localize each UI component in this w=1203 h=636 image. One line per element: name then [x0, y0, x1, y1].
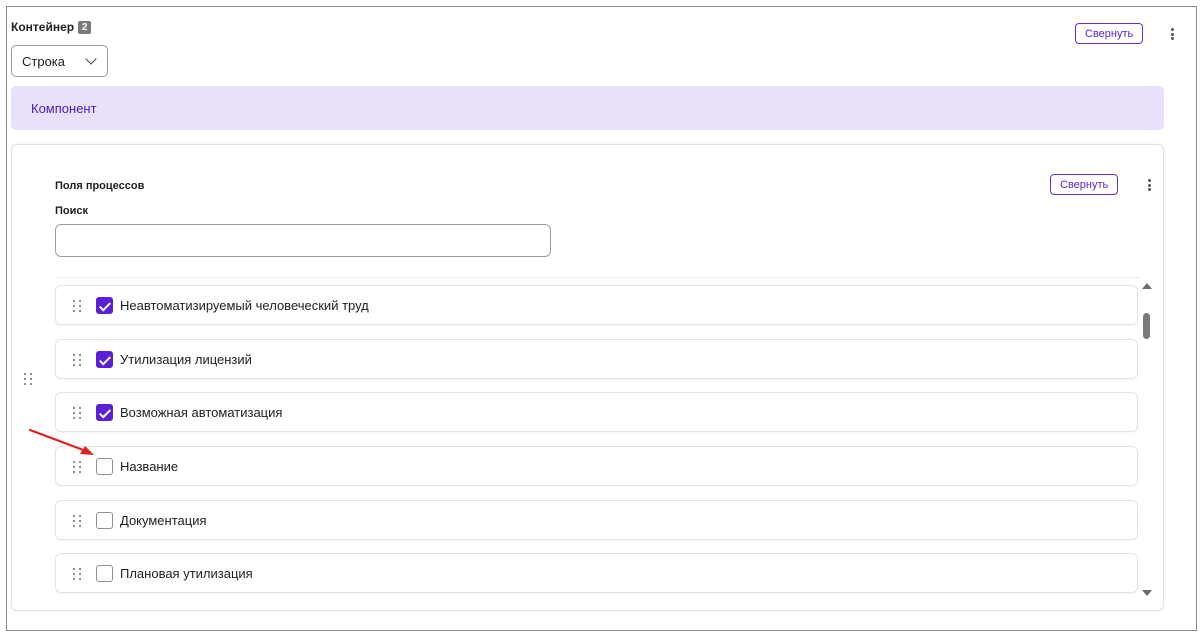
list-item-label: Плановая утилизация	[120, 566, 253, 581]
search-input[interactable]	[55, 224, 551, 257]
list-item[interactable]: Название	[55, 446, 1138, 486]
container-title: Контейнер 2	[11, 20, 92, 34]
list-item-label: Название	[120, 459, 179, 474]
component-title: Компонент	[31, 100, 97, 116]
container-collapse-button[interactable]: Свернуть	[1075, 23, 1144, 44]
drag-handle-icon[interactable]	[24, 373, 32, 387]
drag-handle-icon[interactable]	[73, 461, 82, 474]
list-item-label: Неавтоматизируемый человеческий труд	[120, 298, 369, 313]
process-fields-title: Поля процессов	[55, 180, 145, 192]
layout-select[interactable]: Строка	[11, 45, 108, 77]
drag-handle-icon[interactable]	[73, 515, 82, 528]
container-count-badge: 2	[78, 20, 92, 34]
checkbox-icon[interactable]	[96, 458, 113, 475]
layout-select-value: Строка	[22, 53, 66, 69]
list-item-label: Утилизация лицензий	[120, 352, 252, 367]
scroll-down-arrow-icon[interactable]	[1142, 590, 1152, 596]
list-item[interactable]: Утилизация лицензий	[55, 339, 1138, 379]
checkbox-icon[interactable]	[96, 297, 113, 314]
list-item-label: Документация	[120, 513, 207, 528]
checkbox-icon[interactable]	[96, 565, 113, 582]
process-fields-collapse-button[interactable]: Свернуть	[1050, 174, 1119, 195]
red-arrow-icon	[28, 428, 94, 455]
process-fields-kebab-menu-icon[interactable]	[1144, 177, 1154, 193]
checkbox-icon[interactable]	[96, 404, 113, 421]
search-label: Поиск	[55, 205, 89, 217]
list-item[interactable]: Документация	[55, 500, 1138, 540]
drag-handle-icon[interactable]	[73, 407, 82, 420]
list-item[interactable]: Возможная автоматизация	[55, 392, 1138, 432]
checkbox-icon[interactable]	[96, 512, 113, 529]
scrollbar-thumb[interactable]	[1143, 313, 1150, 339]
component-header[interactable]: Компонент	[11, 86, 1164, 130]
checkbox-icon[interactable]	[96, 351, 113, 368]
drag-handle-icon[interactable]	[73, 300, 82, 313]
list-item[interactable]: Плановая утилизация	[55, 553, 1138, 593]
list-divider	[55, 277, 1140, 278]
drag-handle-icon[interactable]	[73, 354, 82, 367]
list-item-label: Возможная автоматизация	[120, 405, 283, 420]
container-title-text: Контейнер	[11, 20, 75, 34]
list-item[interactable]: Неавтоматизируемый человеческий труд	[55, 285, 1138, 325]
scroll-up-arrow-icon[interactable]	[1142, 283, 1152, 289]
container-kebab-menu-icon[interactable]	[1167, 26, 1177, 42]
chevron-down-icon	[85, 53, 97, 65]
drag-handle-icon[interactable]	[73, 568, 82, 581]
